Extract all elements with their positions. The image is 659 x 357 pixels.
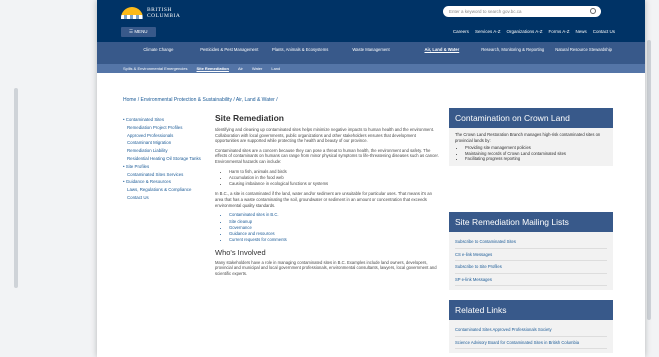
sidebar-body: Subscribe to Contaminated Sites CS e-lin…: [449, 232, 613, 290]
screenshot-frame: BRITISH COLUMBIA Enter a keyword to sear…: [0, 0, 659, 357]
left-nav-heating-oil[interactable]: Residential Heating Oil Storage Tanks: [123, 156, 223, 162]
sidebar-mailing-lists: Site Remediation Mailing Lists Subscribe…: [449, 212, 613, 290]
link-cs-elink[interactable]: CS e-link Messages: [455, 249, 607, 261]
definition-paragraph: In B.C., a site is contaminated if the l…: [215, 191, 432, 208]
bc-logo[interactable]: BRITISH COLUMBIA: [121, 7, 180, 19]
subnav-water[interactable]: Water: [252, 64, 263, 73]
logo-line-2: COLUMBIA: [147, 13, 181, 19]
subnav-site-remediation[interactable]: Site Remediation: [196, 64, 228, 73]
section-heading: Who's Involved: [215, 247, 266, 257]
search-icon[interactable]: [590, 8, 596, 14]
link-requests[interactable]: Current requests for comments: [229, 237, 440, 243]
left-nav-services[interactable]: Contaminated Sites Services: [123, 172, 223, 178]
list-item: Facilitating progress reporting: [465, 156, 607, 162]
sidebar-body: The Crown Land Restoration Branch manage…: [449, 128, 613, 166]
top-link-organizations[interactable]: Organizations A-Z: [506, 29, 542, 34]
left-nav: • Contaminated Sites Remediation Project…: [123, 117, 223, 203]
topic-research[interactable]: Research, Monitoring & Reporting: [477, 42, 548, 64]
list-item: Causing imbalance in ecological function…: [229, 181, 440, 187]
left-nav-laws[interactable]: Laws, Regulations & Compliance: [123, 187, 223, 193]
link-sp-elink[interactable]: SP e-link Messages: [455, 274, 607, 286]
hazards-list: Harm to fish, animals and birds Accumula…: [229, 169, 440, 188]
logo-text: BRITISH COLUMBIA: [147, 7, 180, 19]
sidebar-heading: Related Links: [449, 300, 613, 320]
top-link-contact[interactable]: Contact Us: [593, 29, 615, 34]
concern-paragraph: Contaminated sites are a concern because…: [215, 147, 439, 164]
menu-button[interactable]: ☰ MENU: [121, 27, 156, 37]
top-link-services[interactable]: Services A-Z: [475, 29, 501, 34]
sidebar-list: Providing site management policies Maint…: [465, 145, 607, 162]
intro-paragraph: Identifying and cleaning up contaminated…: [215, 127, 435, 144]
topic-plants[interactable]: Plants, Animals & Ecosystems: [265, 42, 336, 64]
topic-stewardship[interactable]: Natural Resource Stewardship: [548, 42, 619, 64]
page-title: Site Remediation: [215, 113, 284, 123]
sidebar-body: Contaminated Sites Approved Professional…: [449, 320, 613, 353]
top-links: Careers Services A-Z Organizations A-Z F…: [453, 29, 615, 34]
left-nav-guidance[interactable]: • Guidance & Resources: [123, 179, 223, 185]
left-nav-contaminant-migration[interactable]: Contaminant Migration: [123, 140, 223, 146]
menu-icon: ☰: [129, 29, 134, 34]
left-nav-remediation-liability[interactable]: Remediation Liability: [123, 148, 223, 154]
involved-paragraph: Many stakeholders have a role in managin…: [215, 259, 437, 276]
topic-links: Contaminated sites in B.C. Site cleanup …: [229, 212, 440, 243]
sidebar-text: The Crown Land Restoration Branch manage…: [455, 132, 601, 143]
menu-label: MENU: [134, 29, 148, 34]
sidebar-heading: Contamination on Crown Land: [449, 108, 613, 128]
top-link-forms[interactable]: Forms A-Z: [548, 29, 569, 34]
top-link-news[interactable]: News: [575, 29, 586, 34]
left-nav-contact[interactable]: Contact Us: [123, 195, 223, 201]
topic-climate[interactable]: Climate Change: [123, 42, 194, 64]
sidebar-heading: Site Remediation Mailing Lists: [449, 212, 613, 232]
topic-pesticides[interactable]: Pesticides & Pest Management: [194, 42, 265, 64]
subnav-spills[interactable]: Spills & Environmental Emergencies: [123, 64, 187, 73]
left-nav-contaminated-sites[interactable]: • Contaminated Sites: [123, 117, 223, 123]
search-input[interactable]: Enter a keyword to search gov.bc.ca: [443, 6, 601, 17]
search-placeholder: Enter a keyword to search gov.bc.ca: [449, 9, 522, 14]
link-science-board[interactable]: Science Advisory Board for Contaminated …: [455, 337, 607, 349]
left-nav-project-profiles[interactable]: Remediation Project Profiles: [123, 125, 223, 131]
topic-nav: Climate Change Pesticides & Pest Managem…: [97, 42, 645, 64]
link-subscribe-sp[interactable]: Subscribe to Site Profiles: [455, 261, 607, 274]
sidebar-crown-land: Contamination on Crown Land The Crown La…: [449, 108, 613, 166]
site-header: BRITISH COLUMBIA Enter a keyword to sear…: [97, 0, 645, 42]
link-csap[interactable]: Contaminated Sites Approved Professional…: [455, 324, 607, 337]
right-scrollbar[interactable]: [647, 40, 651, 320]
subnav-air[interactable]: Air: [238, 64, 243, 73]
top-link-careers[interactable]: Careers: [453, 29, 469, 34]
topic-waste[interactable]: Waste Management: [336, 42, 407, 64]
breadcrumb[interactable]: Home / Environmental Protection & Sustai…: [123, 97, 278, 103]
sidebar-related-links: Related Links Contaminated Sites Approve…: [449, 300, 613, 353]
left-scrollbar[interactable]: [14, 88, 18, 288]
link-subscribe-cs[interactable]: Subscribe to Contaminated Sites: [455, 236, 607, 249]
left-nav-site-profiles[interactable]: • Site Profiles: [123, 164, 223, 170]
main-content: Site Remediation Identifying and cleanin…: [215, 113, 440, 281]
topic-air-land-water[interactable]: Air, Land & Water: [406, 42, 477, 64]
subnav-land[interactable]: Land: [271, 64, 280, 73]
sub-nav: Spills & Environmental Emergencies Site …: [97, 64, 645, 73]
bc-sun-icon: [121, 7, 143, 19]
left-nav-approved-professionals[interactable]: Approved Professionals: [123, 133, 223, 139]
web-page: BRITISH COLUMBIA Enter a keyword to sear…: [97, 0, 645, 357]
